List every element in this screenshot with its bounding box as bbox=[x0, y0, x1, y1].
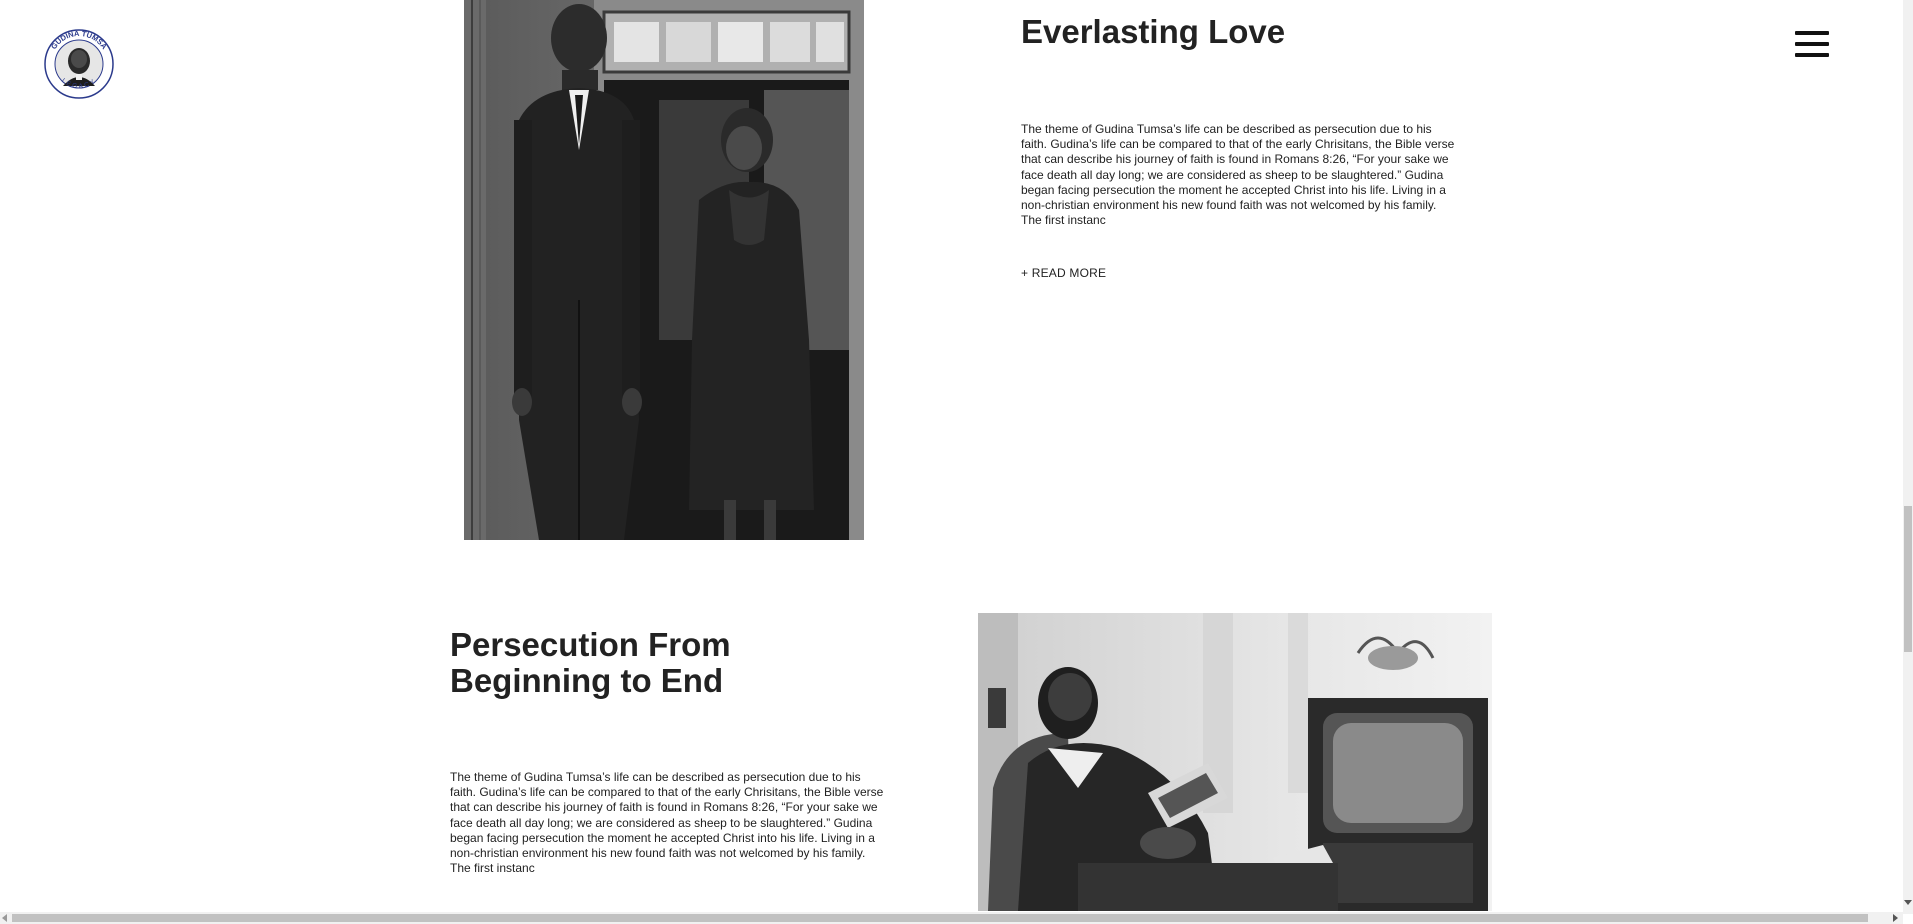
vertical-scrollbar[interactable] bbox=[1903, 0, 1913, 914]
read-more-link[interactable]: + READ MORE bbox=[1021, 266, 1106, 280]
menu-bar bbox=[1795, 42, 1829, 46]
section-title: Everlasting Love bbox=[1021, 13, 1286, 50]
reading-photo bbox=[978, 613, 1492, 911]
menu-bar bbox=[1795, 31, 1829, 35]
vertical-scrollbar-thumb[interactable] bbox=[1904, 506, 1912, 652]
scroll-left-arrow-icon[interactable] bbox=[2, 914, 7, 922]
section-title: Persecution From Beginning to End bbox=[450, 626, 731, 699]
menu-bar bbox=[1795, 53, 1829, 57]
site-logo[interactable]: GUDINA TUMSA LEGACY bbox=[41, 24, 117, 104]
horizontal-scrollbar[interactable] bbox=[0, 912, 1903, 924]
hamburger-menu-icon[interactable] bbox=[1795, 31, 1829, 57]
scroll-down-arrow-icon[interactable] bbox=[1904, 900, 1912, 905]
portrait-seal-icon: GUDINA TUMSA LEGACY bbox=[44, 29, 114, 99]
horizontal-scrollbar-thumb[interactable] bbox=[12, 914, 1868, 922]
section-body: The theme of Gudina Tumsa’s life can be … bbox=[450, 770, 884, 876]
section-body: The theme of Gudina Tumsa’s life can be … bbox=[1021, 122, 1455, 228]
scroll-right-arrow-icon[interactable] bbox=[1893, 914, 1898, 922]
page: GUDINA TUMSA LEGACY Everlasting Love The… bbox=[0, 0, 1913, 924]
couple-photo bbox=[464, 0, 864, 540]
